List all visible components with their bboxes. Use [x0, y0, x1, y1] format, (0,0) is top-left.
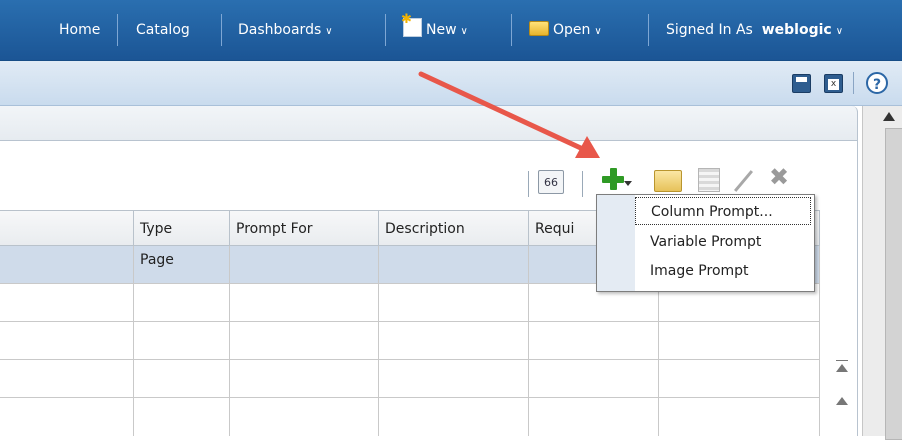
toolbar-separator	[528, 171, 529, 197]
nav-new-label: New	[426, 22, 457, 38]
nav-separator	[648, 14, 649, 46]
menu-item-column-prompt[interactable]: Column Prompt...	[635, 197, 811, 225]
menu-item-variable-prompt[interactable]: Variable Prompt	[635, 228, 811, 256]
column-header-description[interactable]: Description	[379, 210, 529, 246]
table-row[interactable]	[0, 398, 820, 436]
nav-dashboards-label: Dashboards	[238, 22, 322, 38]
add-plus-icon[interactable]	[602, 168, 624, 190]
scroll-up-icon[interactable]	[883, 112, 895, 121]
table-cell	[0, 246, 134, 283]
toolbar-separator	[853, 72, 854, 94]
editor-toolbar: ?	[0, 61, 902, 106]
table-cell	[379, 284, 529, 321]
column-header-blank	[0, 210, 134, 246]
table-cell	[379, 322, 529, 359]
nav-separator	[511, 14, 512, 46]
global-header: Home Catalog Dashboards ∨ ✱ New ∨ Open ∨ Sig…	[0, 0, 902, 61]
toolbar-separator	[582, 171, 583, 197]
chevron-down-icon[interactable]	[624, 181, 632, 186]
move-to-top-icon[interactable]	[836, 360, 848, 361]
table-cell	[134, 398, 230, 436]
column-header-prompt-for[interactable]: Prompt For	[230, 210, 379, 246]
table-cell	[659, 398, 820, 436]
new-document-icon: ✱	[401, 13, 422, 37]
nav-separator	[385, 14, 386, 46]
table-cell	[529, 322, 659, 359]
table-cell	[230, 284, 379, 321]
table-cell	[659, 360, 820, 397]
delete-icon[interactable]: ✖	[766, 164, 792, 190]
table-cell-type: Page	[134, 246, 230, 283]
table-cell	[659, 322, 820, 359]
menu-item-image-prompt[interactable]: Image Prompt	[635, 257, 811, 285]
column-header-type[interactable]: Type	[134, 210, 230, 246]
table-cell	[529, 360, 659, 397]
table-cell	[134, 360, 230, 397]
nav-separator	[117, 14, 118, 46]
table-row[interactable]	[0, 360, 820, 398]
nav-home-link[interactable]: Home	[59, 0, 100, 60]
nav-open-menu[interactable]: Open ∨	[529, 0, 602, 60]
nav-dashboards-menu[interactable]: Dashboards ∨	[238, 0, 333, 60]
scrollbar-thumb[interactable]	[885, 128, 902, 440]
table-cell	[230, 246, 379, 283]
table-cell	[379, 360, 529, 397]
nav-user-menu[interactable]: Signed In As weblogic ∨	[666, 0, 843, 60]
table-cell	[0, 360, 134, 397]
chevron-down-icon: ∨	[325, 26, 333, 37]
chevron-down-icon: ∨	[594, 26, 602, 37]
table-cell	[379, 398, 529, 436]
table-cell	[230, 360, 379, 397]
username: weblogic	[761, 22, 832, 38]
table-row[interactable]	[0, 322, 820, 360]
table-cell	[0, 322, 134, 359]
nav-new-menu[interactable]: ✱ New ∨	[401, 0, 468, 60]
table-cell	[134, 322, 230, 359]
chevron-down-icon: ∨	[460, 26, 468, 37]
nav-catalog-link[interactable]: Catalog	[136, 0, 190, 60]
vertical-scrollbar[interactable]	[862, 106, 902, 440]
save-icon[interactable]	[792, 74, 811, 93]
move-up-icon[interactable]	[836, 397, 848, 405]
table-cell	[230, 398, 379, 436]
menu-icon-gutter	[597, 195, 635, 291]
new-prompt-menu: Column Prompt... Variable Prompt Image P…	[596, 194, 815, 292]
table-cell	[230, 322, 379, 359]
table-cell	[0, 284, 134, 321]
panel-header	[0, 106, 858, 141]
help-icon[interactable]: ?	[866, 72, 888, 94]
nav-open-label: Open	[553, 22, 591, 38]
chevron-down-icon: ∨	[835, 26, 844, 37]
nav-separator	[221, 14, 222, 46]
preview-icon[interactable]: 66	[538, 170, 564, 194]
edit-properties-icon[interactable]	[654, 170, 682, 192]
table-cell	[379, 246, 529, 283]
table-cell	[0, 398, 134, 436]
move-to-top-icon[interactable]	[836, 364, 848, 372]
signed-in-label: Signed In As	[666, 22, 753, 38]
grid-icon[interactable]	[698, 168, 720, 192]
table-cell	[529, 398, 659, 436]
save-as-icon[interactable]	[824, 74, 843, 93]
folder-open-icon	[529, 21, 549, 36]
table-cell	[134, 284, 230, 321]
